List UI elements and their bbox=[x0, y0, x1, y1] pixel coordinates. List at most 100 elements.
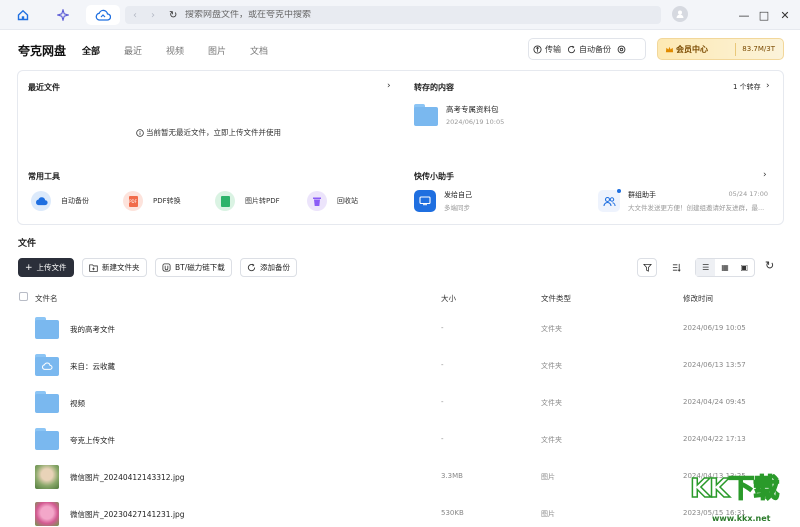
view-mode-switch: ☰ ▦ ▣ bbox=[695, 258, 755, 277]
tab-document[interactable]: 文档 bbox=[250, 44, 268, 57]
bt-download-button[interactable]: BT/磁力链下载 bbox=[155, 258, 232, 277]
column-header-modified[interactable]: 修改时间 bbox=[683, 293, 713, 304]
file-name: 视频 bbox=[70, 399, 85, 408]
maximize-icon[interactable]: □ bbox=[754, 5, 774, 25]
magnet-icon bbox=[162, 263, 171, 272]
recycle-bin-icon bbox=[307, 191, 327, 211]
home-icon[interactable] bbox=[14, 6, 32, 24]
list-view-icon[interactable]: ☰ bbox=[696, 259, 716, 276]
file-size: - bbox=[441, 324, 444, 332]
cloud-icon bbox=[95, 9, 111, 21]
vip-center-button[interactable]: 会员中心 83.7M/3T bbox=[657, 38, 784, 60]
grid-view-icon[interactable]: ▦ bbox=[715, 259, 734, 276]
watermark-text: KK下载 bbox=[689, 473, 780, 505]
file-modified: 2024/06/13 13:57 bbox=[683, 361, 746, 369]
vip-divider bbox=[735, 43, 736, 56]
file-size: 3.3MB bbox=[441, 472, 463, 480]
pdf-icon: PDF bbox=[123, 191, 143, 211]
table-row[interactable]: 微信图片_20240412143312.jpg 3.3MB 图片 2024/04… bbox=[0, 457, 800, 494]
saved-item[interactable]: 高考专属资料包 2024/06/19 10:05 bbox=[414, 104, 504, 126]
filter-icon[interactable] bbox=[637, 258, 657, 277]
tab-video[interactable]: 视频 bbox=[166, 44, 184, 57]
file-size: - bbox=[441, 435, 444, 443]
folder-icon bbox=[35, 317, 59, 339]
tab-image[interactable]: 图片 bbox=[208, 44, 226, 57]
tool-image-to-pdf[interactable]: 图片转PDF bbox=[215, 191, 280, 211]
watermark-url: www.kkx.net bbox=[712, 514, 771, 523]
column-header-size[interactable]: 大小 bbox=[441, 293, 456, 304]
minimize-icon[interactable]: — bbox=[734, 5, 754, 25]
unread-dot bbox=[617, 189, 621, 193]
ai-sparkle-icon[interactable] bbox=[54, 6, 72, 24]
tool-pdf-convert[interactable]: PDF PDF转换 bbox=[123, 191, 181, 211]
back-arrow-icon[interactable]: ‹ bbox=[133, 10, 143, 21]
large-view-icon[interactable]: ▣ bbox=[735, 259, 754, 276]
folder-icon bbox=[414, 104, 438, 126]
reload-icon[interactable]: ↻ bbox=[169, 10, 179, 21]
cloud-drive-tab[interactable] bbox=[86, 5, 120, 25]
helper-group-assistant[interactable]: 群组助手 大文件发送更方便！创建组邀请好友进群，最... 05/24 17:00 bbox=[598, 189, 770, 212]
tool-recycle-bin[interactable]: 回收站 bbox=[307, 191, 358, 211]
file-size: 530KB bbox=[441, 509, 464, 517]
file-modified: 2024/06/19 10:05 bbox=[683, 324, 746, 332]
transfer-button[interactable]: 传输 bbox=[533, 44, 561, 55]
storage-quota: 83.7M/3T bbox=[742, 45, 775, 53]
file-type: 文件夹 bbox=[541, 325, 562, 333]
avatar[interactable] bbox=[672, 6, 688, 22]
helper-sub: 多端同步 bbox=[444, 204, 470, 212]
recent-more-chevron-icon[interactable]: › bbox=[387, 81, 391, 91]
column-header-type[interactable]: 文件类型 bbox=[541, 293, 571, 304]
tab-all[interactable]: 全部 bbox=[82, 44, 100, 57]
tool-label: 自动备份 bbox=[61, 197, 89, 205]
file-name: 夸克上传文件 bbox=[70, 436, 115, 445]
table-row[interactable]: 来自：云收藏 - 文件夹 2024/06/13 13:57 bbox=[0, 346, 800, 383]
helper-time: 05/24 17:00 bbox=[728, 190, 768, 198]
sync-icon bbox=[567, 45, 576, 53]
table-row[interactable]: 微信图片_20230427141231.jpg 530KB 图片 2023/05… bbox=[0, 494, 800, 527]
brand-title: 夸克网盘 bbox=[18, 44, 67, 58]
transfer-label: 传输 bbox=[545, 44, 561, 54]
file-size: - bbox=[441, 398, 444, 406]
kk-watermark: KK下载 www.kkx.net bbox=[689, 468, 800, 527]
saved-item-name: 高考专属资料包 bbox=[446, 105, 499, 114]
file-size: - bbox=[441, 361, 444, 369]
tools-title: 常用工具 bbox=[28, 172, 60, 181]
close-icon[interactable]: ✕ bbox=[775, 5, 795, 25]
select-all-checkbox[interactable] bbox=[19, 292, 28, 301]
sort-icon[interactable] bbox=[666, 258, 686, 277]
tab-recent[interactable]: 最近 bbox=[124, 44, 142, 57]
recent-empty-text: 当前暂无最近文件，立即上传文件并使用 bbox=[146, 128, 281, 137]
file-name: 微信图片_20240412143312.jpg bbox=[70, 473, 185, 482]
saved-count[interactable]: 1 个转存 bbox=[733, 82, 761, 92]
recent-empty-message: 当前暂无最近文件，立即上传文件并使用 bbox=[136, 127, 281, 138]
header-actions: 传输 自动备份 bbox=[528, 38, 646, 60]
vip-center-label: 会员中心 bbox=[676, 44, 708, 54]
search-input[interactable] bbox=[185, 10, 605, 20]
table-row[interactable]: 视频 - 文件夹 2024/04/24 09:45 bbox=[0, 383, 800, 420]
saved-more-chevron-icon[interactable]: › bbox=[766, 81, 770, 91]
image-thumbnail bbox=[35, 502, 59, 526]
upload-label: 上传文件 bbox=[36, 263, 67, 272]
file-type: 文件夹 bbox=[541, 362, 562, 370]
table-row[interactable]: 我的高考文件 - 文件夹 2024/06/19 10:05 bbox=[0, 309, 800, 346]
title-bar: ‹ › ↻ — □ ✕ bbox=[0, 0, 800, 30]
forward-arrow-icon[interactable]: › bbox=[151, 10, 161, 21]
tool-auto-backup[interactable]: 自动备份 bbox=[31, 191, 89, 211]
helper-more-chevron-icon[interactable]: › bbox=[763, 170, 767, 180]
refresh-icon[interactable]: ↻ bbox=[765, 259, 774, 272]
add-backup-button[interactable]: 添加备份 bbox=[240, 258, 297, 277]
helper-sub: 大文件发送更方便！创建组邀请好友进群，最... bbox=[628, 204, 765, 212]
new-folder-button[interactable]: 新建文件夹 bbox=[82, 258, 147, 277]
new-folder-label: 新建文件夹 bbox=[102, 263, 140, 272]
transfer-icon bbox=[533, 44, 542, 54]
auto-backup-button[interactable]: 自动备份 bbox=[567, 44, 611, 55]
add-backup-label: 添加备份 bbox=[260, 263, 290, 272]
settings-icon[interactable] bbox=[617, 45, 626, 54]
vip-crown-icon bbox=[665, 46, 674, 52]
file-modified: 2024/04/24 09:45 bbox=[683, 398, 746, 406]
helper-send-to-self[interactable]: 发给自己 多端同步 bbox=[414, 190, 472, 212]
column-header-name[interactable]: 文件名 bbox=[35, 293, 58, 304]
upload-button[interactable]: + 上传文件 bbox=[18, 258, 74, 277]
folder-icon bbox=[35, 428, 59, 450]
table-row[interactable]: 夸克上传文件 - 文件夹 2024/04/22 17:13 bbox=[0, 420, 800, 457]
